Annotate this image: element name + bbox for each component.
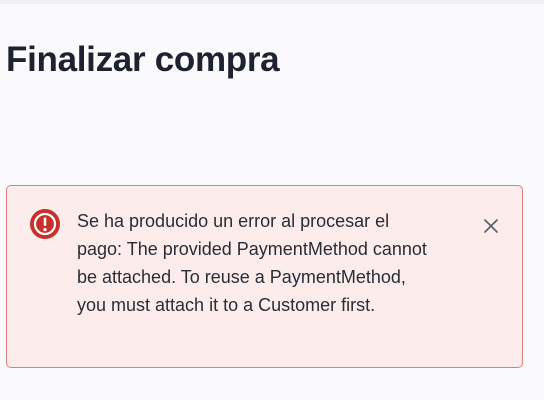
close-icon bbox=[480, 215, 502, 237]
error-alert: Se ha producido un error al procesar el … bbox=[6, 185, 523, 368]
page-title: Finalizar compra bbox=[6, 40, 280, 79]
top-strip bbox=[0, 0, 544, 4]
close-alert-button[interactable] bbox=[480, 215, 502, 237]
error-circle-icon bbox=[29, 208, 61, 240]
alert-message: Se ha producido un error al procesar el … bbox=[77, 211, 427, 315]
